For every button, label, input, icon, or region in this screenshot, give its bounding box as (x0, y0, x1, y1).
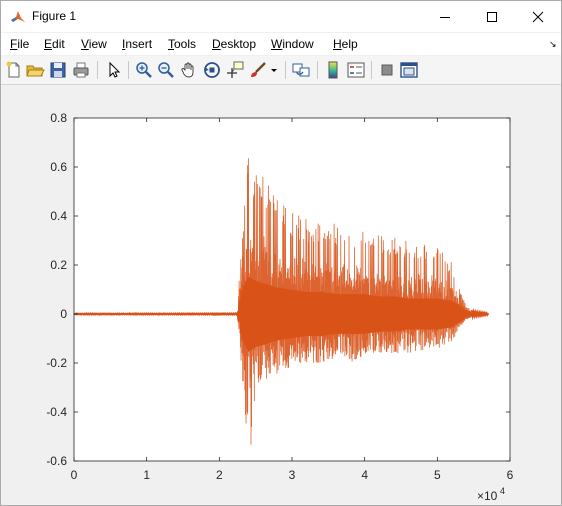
menu-file-label: ile (17, 37, 30, 51)
y-tick-label: 0 (60, 307, 67, 321)
x-tick-label: 6 (507, 468, 514, 482)
menu-tools-label: ools (174, 37, 197, 51)
toolbar-separator (371, 61, 372, 79)
toolbar-separator (317, 61, 318, 79)
figure-canvas: 0 1 2 3 4 5 6 -0.6 -0.4 -0.2 0 0.2 0.4 0.6 0.8 ×10 4 (1, 85, 561, 505)
menu-insert-label: nsert (125, 37, 153, 51)
matlab-logo-icon (10, 9, 26, 25)
menu-window-mnemonic: W (271, 37, 283, 51)
x-tick-label: 4 (361, 468, 368, 482)
toolbar-separator (97, 61, 98, 79)
menu-desktop-label: esktop (220, 37, 257, 51)
hide-plot-tools-icon[interactable] (377, 60, 397, 80)
window-title: Figure 1 (32, 9, 77, 23)
open-file-icon[interactable] (25, 60, 45, 80)
y-tick-label: -0.2 (46, 356, 67, 370)
toolbar-separator (285, 61, 286, 79)
menu-help-label: elp (341, 37, 358, 51)
menu-help-mnemonic: H (333, 37, 342, 51)
zoom-in-icon[interactable] (134, 60, 154, 80)
menu-window-label: indow (282, 37, 314, 51)
menu-help[interactable]: Help (333, 37, 358, 51)
x-tick-label: 3 (289, 468, 296, 482)
rotate-3d-icon[interactable] (202, 60, 222, 80)
link-plot-icon[interactable] (291, 60, 311, 80)
y-tick-label: 0.8 (50, 111, 67, 125)
menu-window[interactable]: Window (271, 37, 314, 51)
figure-window: Figure 1 File Edit View Insert Tools Des… (0, 0, 562, 506)
data-cursor-icon[interactable] (225, 60, 245, 80)
x-tick-label: 0 (71, 468, 78, 482)
x-exponent-power: 4 (500, 486, 505, 496)
menu-bar: File Edit View Insert Tools Desktop Wind… (1, 33, 561, 55)
zoom-out-icon[interactable] (156, 60, 176, 80)
close-icon (532, 11, 544, 22)
show-plot-tools-icon[interactable] (399, 60, 419, 80)
x-exponent-base: ×10 (477, 489, 498, 503)
insert-colorbar-icon[interactable] (323, 60, 343, 80)
new-figure-icon[interactable] (4, 60, 24, 80)
x-tick-label: 1 (143, 468, 150, 482)
menu-desktop[interactable]: Desktop (212, 37, 256, 51)
maximize-button[interactable] (469, 1, 515, 32)
y-tick-label: -0.4 (46, 405, 67, 419)
close-button[interactable] (515, 1, 561, 32)
menu-view[interactable]: View (81, 37, 107, 51)
dock-arrow-icon[interactable]: ↘ (549, 39, 557, 50)
save-figure-icon[interactable] (48, 60, 68, 80)
y-tick-label: -0.6 (46, 454, 67, 468)
menu-edit-mnemonic: E (44, 37, 53, 51)
menu-file[interactable]: File (10, 37, 29, 51)
plot-svg: 0 1 2 3 4 5 6 -0.6 -0.4 -0.2 0 0.2 0.4 0.6 0.8 ×10 4 (46, 111, 514, 503)
print-figure-icon[interactable] (71, 60, 91, 80)
figure-toolbar (1, 56, 561, 85)
brush-icon[interactable] (248, 60, 268, 80)
brush-dropdown-arrow-icon[interactable] (269, 60, 279, 80)
minimize-button[interactable] (422, 1, 468, 32)
menu-tools[interactable]: Tools (168, 37, 196, 51)
y-tick-label: 0.2 (50, 258, 67, 272)
menu-edit-label: dit (52, 37, 65, 51)
minimize-icon (440, 16, 450, 18)
y-tick-label: 0.6 (50, 160, 67, 174)
menu-insert[interactable]: Insert (122, 37, 152, 51)
pan-hand-icon[interactable] (179, 60, 199, 80)
y-tick-label: 0.4 (50, 209, 67, 223)
edit-plot-arrow-icon[interactable] (104, 60, 124, 80)
menu-view-mnemonic: V (81, 37, 89, 51)
x-tick-label: 2 (216, 468, 223, 482)
toolbar-separator (128, 61, 129, 79)
title-bar[interactable]: Figure 1 (1, 1, 561, 32)
menu-edit[interactable]: Edit (44, 37, 65, 51)
menu-view-label: iew (88, 37, 107, 51)
insert-legend-icon[interactable] (346, 60, 366, 80)
x-tick-label: 5 (434, 468, 441, 482)
menu-desktop-mnemonic: D (212, 37, 221, 51)
maximize-icon (487, 11, 497, 22)
